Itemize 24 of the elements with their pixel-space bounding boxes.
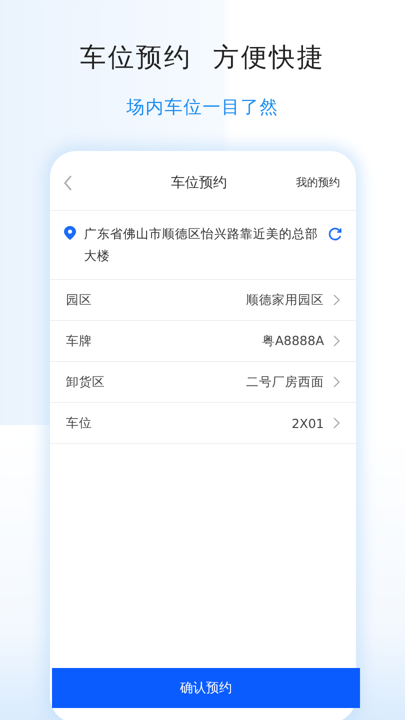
row-label: 园区 (66, 292, 93, 308)
refresh-icon[interactable] (328, 227, 342, 241)
form-row[interactable]: 园区 顺德家用园区 (50, 280, 356, 321)
location-pin-icon (64, 226, 76, 240)
confirm-button[interactable]: 确认预约 (52, 668, 360, 708)
my-bookings-link[interactable]: 我的预约 (296, 175, 340, 190)
subtitle: 场内车位一目了然 (126, 96, 278, 119)
screen-title: 车位预约 (170, 174, 228, 192)
row-value: 二号厂房西面 (246, 374, 324, 390)
row-value: 顺德家用园区 (246, 292, 324, 308)
headline: 车位预约 方便快捷 (80, 42, 325, 75)
chevron-icon (332, 417, 340, 429)
address-text: 广东省佛山市顺德区怡兴路靠近美的总部大楼 (84, 225, 319, 265)
row-value: 粤A8888A (262, 332, 324, 350)
row-label: 卸货区 (66, 374, 106, 390)
chevron-icon (332, 376, 340, 388)
row-label: 车牌 (66, 332, 93, 350)
chevron-icon (332, 335, 340, 347)
row-label: 车位 (66, 414, 93, 432)
chevron-icon (332, 294, 340, 306)
form-row[interactable]: 车位 2X01 (50, 403, 356, 444)
form-row[interactable]: 卸货区 二号厂房西面 (50, 362, 356, 403)
row-value: 2X01 (292, 416, 324, 430)
form-row[interactable]: 车牌 粤A8888A (50, 321, 356, 362)
